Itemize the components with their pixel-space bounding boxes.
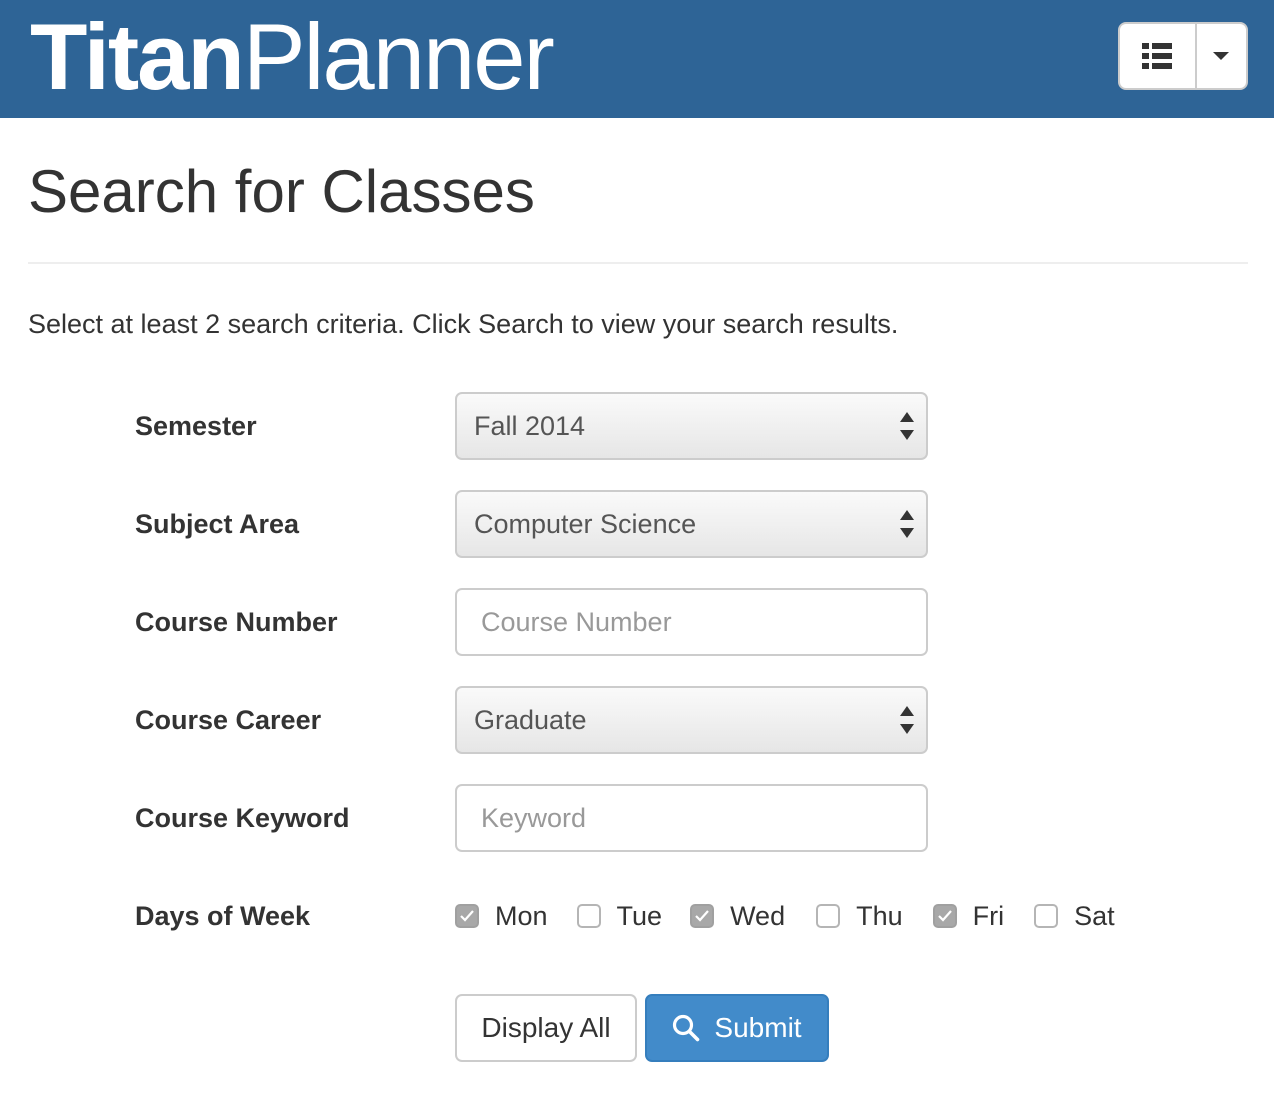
subject-area-label: Subject Area: [135, 509, 300, 539]
day-label: Fri: [972, 901, 1005, 931]
day-checkbox[interactable]: [690, 904, 715, 928]
day-label: Wed: [730, 901, 786, 931]
day-label: Thu: [856, 901, 903, 931]
day-checkbox[interactable]: [1034, 904, 1059, 928]
semester-value: Fall 2014: [474, 410, 586, 441]
day-checkbox[interactable]: [932, 904, 957, 928]
caret-down-icon: [1213, 52, 1230, 60]
day-option-thu[interactable]: Thu: [816, 898, 903, 934]
course-keyword-label: Course Keyword: [135, 803, 350, 833]
brand-light-text: Planner: [242, 4, 555, 109]
display-all-button[interactable]: Display All: [455, 994, 637, 1062]
display-all-label: Display All: [481, 1012, 611, 1043]
day-option-sat[interactable]: Sat: [1034, 898, 1115, 934]
days-of-week-label: Days of Week: [135, 901, 311, 931]
semester-select[interactable]: Fall 2014: [455, 392, 928, 460]
checkmark-icon: [695, 910, 709, 922]
day-checkbox[interactable]: [455, 904, 479, 928]
checkmark-icon: [937, 910, 952, 922]
day-label: Sat: [1074, 901, 1115, 931]
search-icon: [673, 1014, 700, 1042]
day-checkbox[interactable]: [816, 904, 841, 928]
course-career-select[interactable]: Graduate: [455, 686, 928, 754]
course-keyword-input[interactable]: [455, 784, 928, 852]
course-number-label: Course Number: [135, 607, 338, 637]
menu-dropdown-toggle[interactable]: [1197, 24, 1246, 88]
checkmark-icon: [460, 910, 474, 922]
intro-text: Select at least 2 search criteria. Click…: [28, 309, 899, 339]
brand-logo[interactable]: Titan Planner: [30, 2, 555, 112]
select-arrows-icon: [900, 510, 914, 538]
day-label: Mon: [495, 901, 548, 931]
semester-label: Semester: [135, 411, 257, 441]
navbar: Titan Planner: [0, 0, 1274, 118]
day-option-tue[interactable]: Tue: [576, 898, 663, 934]
subject-area-select[interactable]: Computer Science: [455, 490, 928, 558]
subject-area-value: Computer Science: [474, 508, 697, 539]
day-option-mon[interactable]: Mon: [455, 898, 548, 934]
submit-button[interactable]: Submit: [645, 994, 829, 1062]
days-of-week-group: Mon Tue Wed Thu Fri Sat: [455, 898, 1115, 934]
course-career-label: Course Career: [135, 705, 322, 735]
menu-button-group: [1118, 22, 1248, 90]
page-title: Search for Classes: [28, 158, 535, 225]
course-career-value: Graduate: [474, 704, 587, 735]
day-option-fri[interactable]: Fri: [932, 898, 1005, 934]
day-label: Tue: [616, 901, 663, 931]
menu-button[interactable]: [1120, 24, 1197, 88]
divider: [28, 262, 1248, 264]
brand-bold-text: Titan: [30, 4, 245, 109]
list-icon: [1142, 43, 1173, 69]
day-option-wed[interactable]: Wed: [690, 898, 785, 934]
select-arrows-icon: [900, 706, 914, 734]
select-arrows-icon: [900, 412, 914, 440]
day-checkbox[interactable]: [576, 904, 601, 928]
course-number-input[interactable]: [455, 588, 928, 656]
submit-label: Submit: [714, 1012, 802, 1043]
